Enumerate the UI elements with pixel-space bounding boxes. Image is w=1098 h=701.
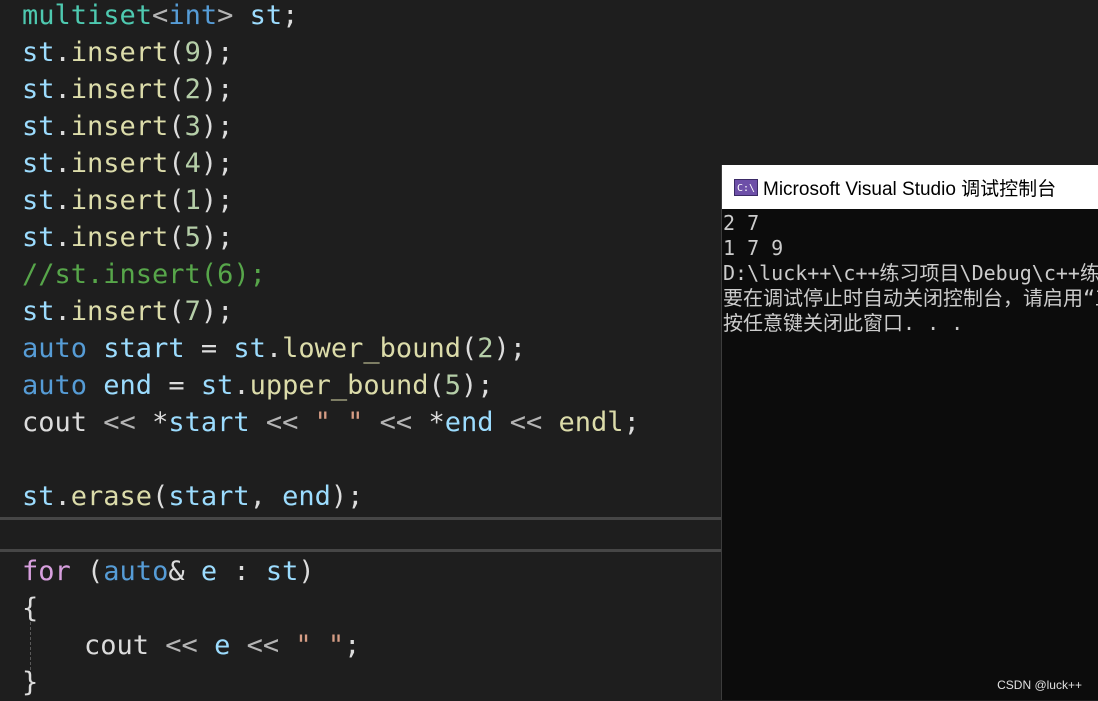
console-line-press-key: 按任意键关闭此窗口. . .	[723, 311, 964, 335]
current-line-highlight[interactable]	[0, 517, 722, 552]
console-output[interactable]: 2 7 1 7 9 D:\luck++\c++练习项目\Debug\c++练习项…	[723, 211, 1098, 700]
code-line-6: st.insert(1);	[22, 185, 234, 216]
code-line-8-comment: //st.insert(6);	[22, 259, 266, 290]
code-line-14: for (auto& e : st)	[22, 556, 315, 587]
code-line-3: st.insert(2);	[22, 74, 234, 105]
code-line-5: st.insert(4);	[22, 148, 234, 179]
csdn-watermark: CSDN @luck++	[997, 678, 1082, 692]
code-line-9: st.insert(7);	[22, 296, 234, 327]
console-line-output-2: 1 7 9	[723, 236, 784, 260]
console-title: Microsoft Visual Studio 调试控制台	[763, 178, 1057, 200]
console-line-output-1: 2 7	[723, 211, 760, 235]
code-line-17: }	[22, 667, 39, 698]
debug-console-window[interactable]: C:\ Microsoft Visual Studio 调试控制台 2 7 1 …	[721, 165, 1098, 700]
console-app-icon: C:\	[734, 178, 758, 196]
code-line-4: st.insert(3);	[22, 111, 234, 142]
code-line-10: auto start = st.lower_bound(2);	[22, 333, 526, 364]
code-line-16: cout << e << " ";	[84, 630, 361, 661]
code-line-7: st.insert(5);	[22, 222, 234, 253]
code-line-11: auto end = st.upper_bound(5);	[22, 370, 494, 401]
code-line-12: cout << *start << " " << *end << endl;	[22, 407, 640, 438]
indent-guide	[30, 622, 31, 670]
code-line-1: multiset<int> st;	[22, 0, 299, 31]
console-line-hint: 要在调试停止时自动关闭控制台，请启用“工具”	[723, 286, 1098, 310]
code-line-2: st.insert(9);	[22, 37, 234, 68]
console-line-exe-path: D:\luck++\c++练习项目\Debug\c++练习项目.exe	[723, 261, 1098, 285]
console-titlebar[interactable]: C:\ Microsoft Visual Studio 调试控制台	[722, 165, 1098, 209]
code-line-13: st.erase(start, end);	[22, 481, 364, 512]
